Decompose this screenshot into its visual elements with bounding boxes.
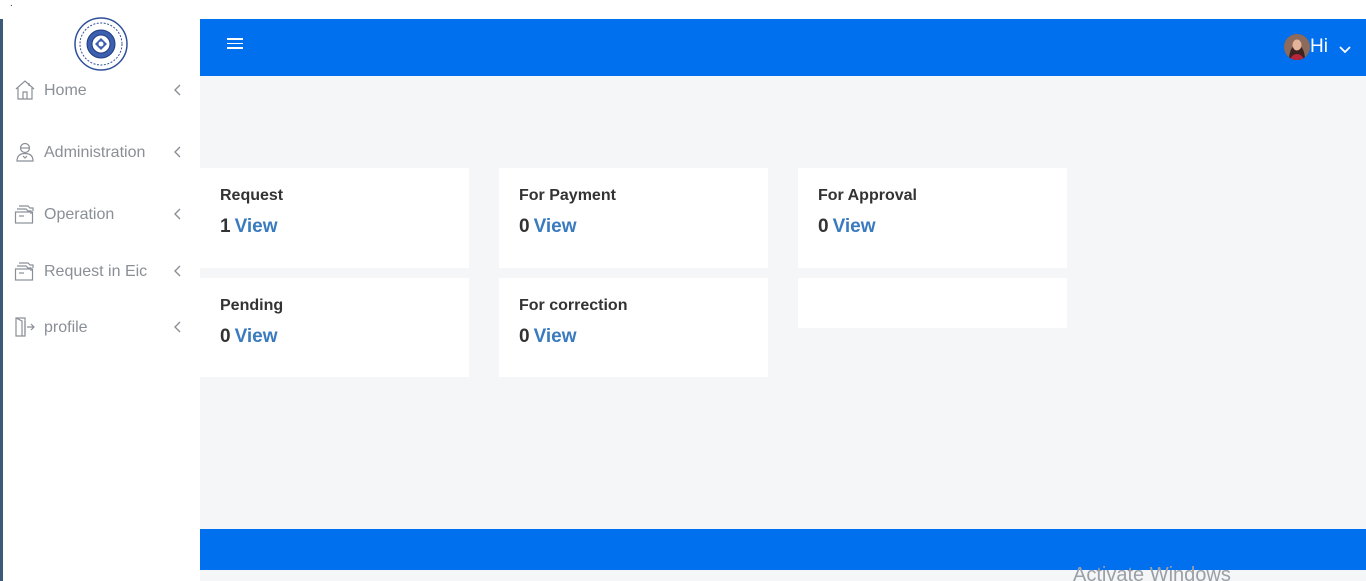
empty-card xyxy=(798,278,1067,328)
folder-stack-icon xyxy=(14,260,36,282)
organization-logo xyxy=(73,16,129,71)
chevron-left-icon xyxy=(173,264,183,278)
chevron-left-icon xyxy=(173,207,183,221)
card-title: Request xyxy=(220,187,284,204)
activate-windows-watermark: Activate Windows xyxy=(1073,564,1231,581)
stat-card-for-approval: For Approval 0 View xyxy=(798,168,1067,268)
chevron-left-icon xyxy=(173,145,183,159)
chevron-down-icon xyxy=(1338,42,1352,54)
card-count: 0 xyxy=(519,216,530,237)
sidebar-item-label: profile xyxy=(44,319,88,336)
sidebar-item-home[interactable]: Home xyxy=(3,75,200,105)
stat-card-for-correction: For correction 0 View xyxy=(499,278,768,377)
stat-card-request: Request 1 View xyxy=(200,168,469,268)
chevron-left-icon xyxy=(173,320,183,334)
sidebar-item-profile[interactable]: profile xyxy=(3,312,200,342)
view-link[interactable]: View xyxy=(534,326,577,347)
sidebar: Home Administration Operation Request in… xyxy=(3,14,200,581)
card-title: For Approval xyxy=(818,187,917,204)
home-icon xyxy=(14,79,36,101)
view-link[interactable]: View xyxy=(833,216,876,237)
card-count: 1 xyxy=(220,216,231,237)
sidebar-item-request-in-eic[interactable]: Request in Eic xyxy=(3,256,200,286)
card-count: 0 xyxy=(519,326,530,347)
stat-card-for-payment: For Payment 0 View xyxy=(499,168,768,268)
sidebar-item-label: Home xyxy=(44,82,87,99)
sidebar-item-administration[interactable]: Administration xyxy=(3,137,200,167)
stat-card-pending: Pending 0 View xyxy=(200,278,469,377)
sidebar-item-label: Request in Eic xyxy=(44,263,148,280)
card-title: Pending xyxy=(220,297,284,314)
top-navbar: Hi xyxy=(200,19,1366,76)
card-count: 0 xyxy=(818,216,829,237)
chevron-left-icon xyxy=(173,83,183,97)
sidebar-item-label: Operation xyxy=(44,206,115,223)
view-link[interactable]: View xyxy=(235,326,278,347)
user-menu[interactable]: Hi xyxy=(1284,32,1352,62)
card-title: For Payment xyxy=(519,187,616,204)
avatar xyxy=(1284,34,1311,60)
card-count: 0 xyxy=(220,326,231,347)
greeting-text: Hi xyxy=(1310,36,1328,57)
card-title: For correction xyxy=(519,297,628,314)
folder-stack-icon xyxy=(14,203,36,225)
card-value-line: 0 View xyxy=(519,326,577,348)
door-exit-icon xyxy=(14,316,36,338)
sidebar-item-label: Administration xyxy=(44,144,146,161)
view-link[interactable]: View xyxy=(235,216,278,237)
app-page: . Home Administration Operation Request … xyxy=(0,0,1366,581)
view-link[interactable]: View xyxy=(534,216,577,237)
top-marker: . xyxy=(10,0,13,9)
card-value-line: 0 View xyxy=(818,216,876,238)
admin-user-icon xyxy=(14,141,36,163)
card-value-line: 0 View xyxy=(519,216,577,238)
card-value-line: 1 View xyxy=(220,216,278,238)
menu-icon[interactable] xyxy=(227,36,245,50)
card-value-line: 0 View xyxy=(220,326,278,348)
dashboard-content: Request 1 View For Payment 0 View For Appr… xyxy=(200,76,1366,529)
sidebar-item-operation[interactable]: Operation xyxy=(3,199,200,229)
